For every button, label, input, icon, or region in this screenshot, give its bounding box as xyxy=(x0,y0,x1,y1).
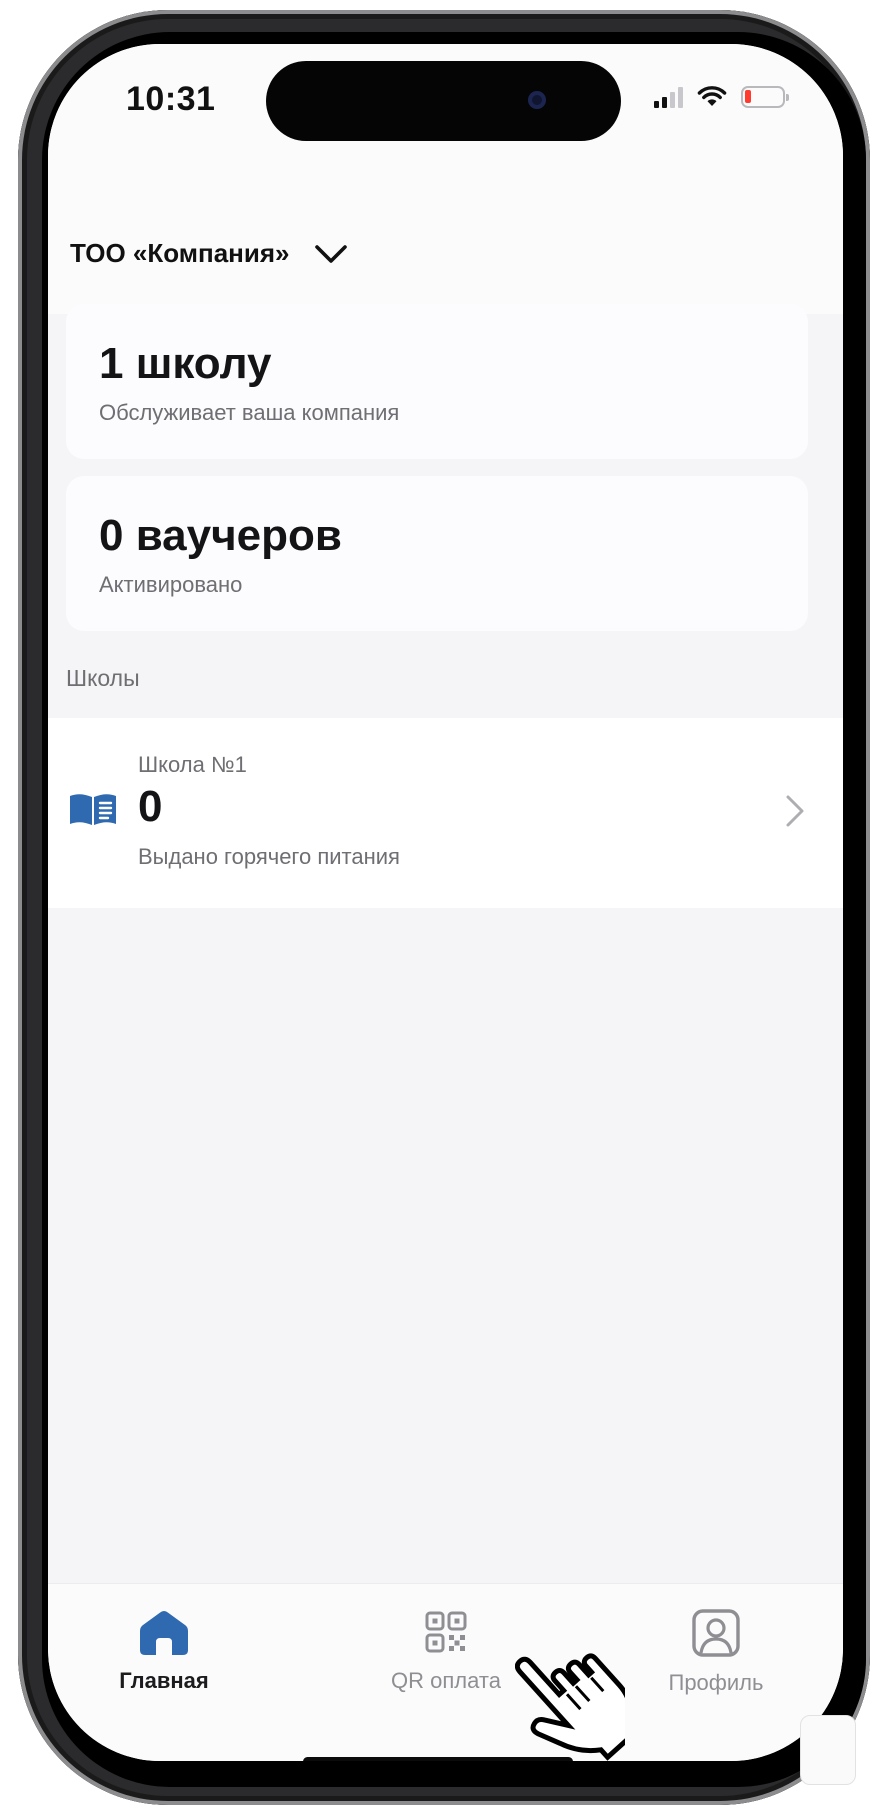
tab-label-home: Главная xyxy=(119,1668,209,1693)
schools-count-card: 1 школу Обслуживает ваша компания xyxy=(66,304,808,459)
wifi-icon xyxy=(697,86,727,106)
school-name: Школа №1 xyxy=(138,752,247,777)
dynamic-island xyxy=(266,61,621,141)
header: ТОО «Компания» xyxy=(48,194,843,314)
tab-profile[interactable]: Профиль xyxy=(616,1584,816,1695)
school-list-item[interactable]: Школа №1 0 Выдано горячего питания xyxy=(48,718,843,908)
chevron-right-icon xyxy=(786,795,804,827)
open-book-icon xyxy=(70,794,116,825)
front-camera xyxy=(528,91,546,109)
profile-icon xyxy=(691,1608,741,1658)
schools-count-caption: Обслуживает ваша компания xyxy=(99,400,400,425)
home-icon xyxy=(138,1608,190,1656)
school-meals-count: 0 xyxy=(138,782,163,831)
qr-code-icon xyxy=(425,1608,467,1656)
app-screen: 10:31 ТОО «Компания» 1 школу Обслуживает… xyxy=(48,44,843,1761)
vouchers-count-card: 0 ваучеров Активировано xyxy=(66,476,808,631)
hand-cursor-icon xyxy=(515,1653,625,1761)
tab-home[interactable]: Главная xyxy=(64,1584,264,1694)
battery-icon xyxy=(741,86,789,108)
schools-count-value: 1 школу xyxy=(99,339,272,388)
vouchers-count-value: 0 ваучеров xyxy=(99,511,342,560)
bottom-tab-bar: Главная QR оплата Профиль xyxy=(48,1583,843,1761)
cellular-signal-icon xyxy=(654,86,683,108)
company-name: ТОО «Компания» xyxy=(70,238,290,268)
status-bar: 10:31 xyxy=(48,44,843,194)
section-title-schools: Школы xyxy=(66,665,140,691)
school-meals-caption: Выдано горячего питания xyxy=(138,844,400,869)
status-icons xyxy=(654,86,789,108)
chevron-down-icon xyxy=(314,244,347,263)
tab-label-profile: Профиль xyxy=(668,1670,764,1695)
corner-page-hint xyxy=(800,1715,856,1785)
battery-level xyxy=(745,90,751,103)
vouchers-count-caption: Активировано xyxy=(99,572,243,597)
company-selector[interactable]: ТОО «Компания» xyxy=(70,238,348,269)
tab-label-qr: QR оплата xyxy=(391,1668,501,1693)
status-time: 10:31 xyxy=(126,80,216,118)
